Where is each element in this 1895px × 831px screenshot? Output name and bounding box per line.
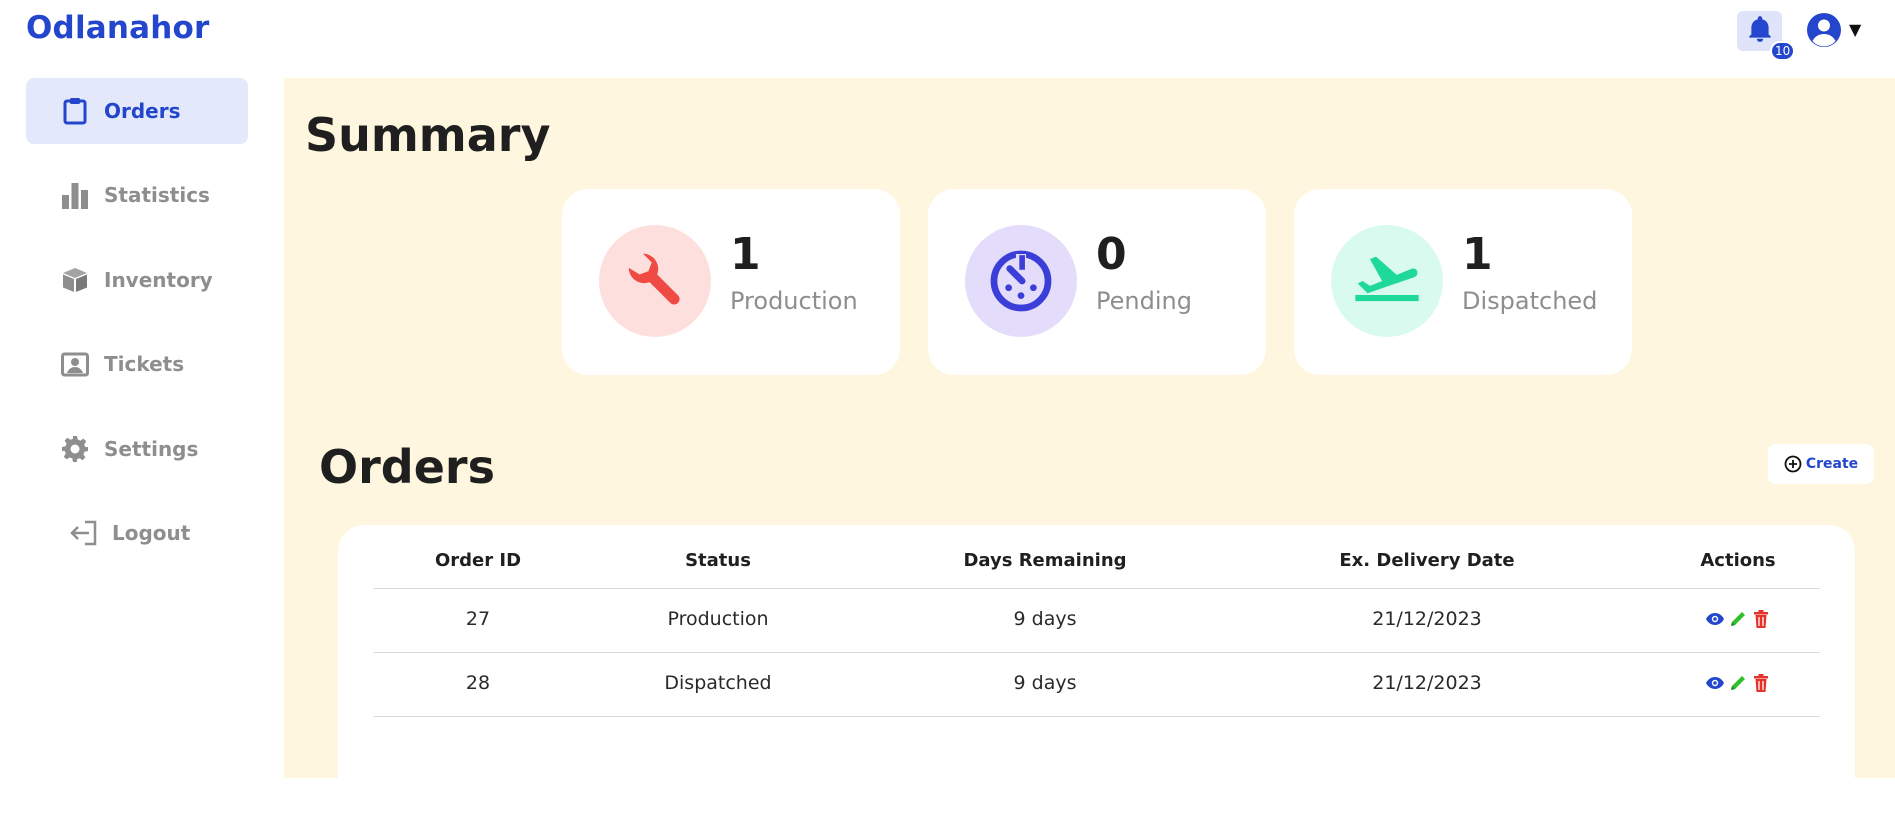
- sidebar-item-settings[interactable]: Settings: [26, 416, 248, 482]
- notification-count-badge: 10: [1770, 41, 1796, 61]
- delivery-date-cell: 21/12/2023: [1372, 608, 1482, 630]
- orders-table: Order ID Status Days Remaining Ex. Deliv…: [338, 525, 1855, 831]
- clipboard-icon: [60, 96, 90, 126]
- main-content: Summary 1 Production 0 Pending 1 Dispatc…: [284, 78, 1895, 831]
- box-icon: [60, 265, 90, 295]
- orders-title: Orders: [319, 440, 495, 494]
- column-header-days-remaining[interactable]: Days Remaining: [854, 525, 1236, 589]
- actions-cell: [1618, 589, 1858, 653]
- actions-cell: [1618, 653, 1858, 717]
- sidebar-item-inventory[interactable]: Inventory: [26, 247, 248, 313]
- sidebar-item-label: Orders: [104, 99, 181, 123]
- sidebar-item-label: Inventory: [104, 268, 213, 292]
- summary-label: Dispatched: [1462, 287, 1598, 315]
- brand-logo[interactable]: Odlanahor: [26, 10, 210, 46]
- user-avatar[interactable]: [1806, 12, 1842, 48]
- status-cell: Dispatched: [664, 672, 772, 694]
- view-icon[interactable]: [1705, 609, 1725, 629]
- status-cell: Production: [667, 608, 769, 630]
- sidebar-item-logout[interactable]: Logout: [26, 500, 248, 566]
- delivery-date-cell: 21/12/2023: [1372, 672, 1482, 694]
- sidebar-item-statistics[interactable]: Statistics: [26, 162, 248, 228]
- sidebar-item-label: Settings: [104, 437, 199, 461]
- user-menu-caret-icon[interactable]: ▼: [1849, 20, 1861, 39]
- column-header-actions: Actions: [1700, 549, 1776, 571]
- days-remaining-cell: 9 days: [1013, 672, 1077, 694]
- ticket-icon: [60, 349, 90, 379]
- create-button-label: Create: [1805, 456, 1859, 472]
- logout-icon: [68, 518, 98, 548]
- summary-label: Production: [730, 287, 858, 315]
- table-row: 27 Production 9 days 21/12/2023: [374, 589, 1820, 653]
- plus-circle-icon: [1784, 455, 1802, 473]
- order-id-cell: 27: [465, 608, 491, 630]
- plane-takeoff-icon: [1331, 225, 1443, 337]
- sidebar-item-label: Tickets: [104, 352, 185, 376]
- column-header-delivery-date[interactable]: Ex. Delivery Date: [1236, 525, 1618, 589]
- edit-icon[interactable]: [1728, 609, 1748, 629]
- sidebar-item-label: Logout: [112, 521, 191, 545]
- delete-icon[interactable]: [1751, 609, 1771, 629]
- summary-card-pending: 0 Pending: [928, 189, 1266, 375]
- edit-icon[interactable]: [1728, 673, 1748, 693]
- sidebar: Orders Statistics Inventory Tickets Sett…: [0, 78, 284, 778]
- days-remaining-cell: 9 days: [1013, 608, 1077, 630]
- sidebar-item-orders[interactable]: Orders: [26, 78, 248, 144]
- wrench-icon: [599, 225, 711, 337]
- summary-label: Pending: [1096, 287, 1192, 315]
- summary-card-production: 1 Production: [562, 189, 900, 375]
- sidebar-item-tickets[interactable]: Tickets: [26, 331, 248, 397]
- table-header: Order ID Status Days Remaining Ex. Deliv…: [374, 525, 1820, 589]
- bar-chart-icon: [60, 180, 90, 210]
- order-id-cell: 28: [465, 672, 491, 694]
- summary-value: 0: [1096, 229, 1127, 280]
- timer-icon: [965, 225, 1077, 337]
- table-row: 28 Dispatched 9 days 21/12/2023: [374, 653, 1820, 717]
- column-header-order-id[interactable]: Order ID: [374, 525, 582, 589]
- summary-value: 1: [730, 229, 761, 280]
- view-icon[interactable]: [1705, 673, 1725, 693]
- gear-icon: [60, 434, 90, 464]
- top-bar: Odlanahor 10 ▼: [0, 0, 1895, 78]
- summary-card-dispatched: 1 Dispatched: [1294, 189, 1632, 375]
- create-order-button[interactable]: Create: [1768, 444, 1874, 484]
- column-header-status[interactable]: Status: [582, 525, 854, 589]
- delete-icon[interactable]: [1751, 673, 1771, 693]
- bell-icon: [1747, 15, 1773, 47]
- summary-value: 1: [1462, 229, 1493, 280]
- summary-title: Summary: [305, 108, 551, 162]
- sidebar-item-label: Statistics: [104, 183, 210, 207]
